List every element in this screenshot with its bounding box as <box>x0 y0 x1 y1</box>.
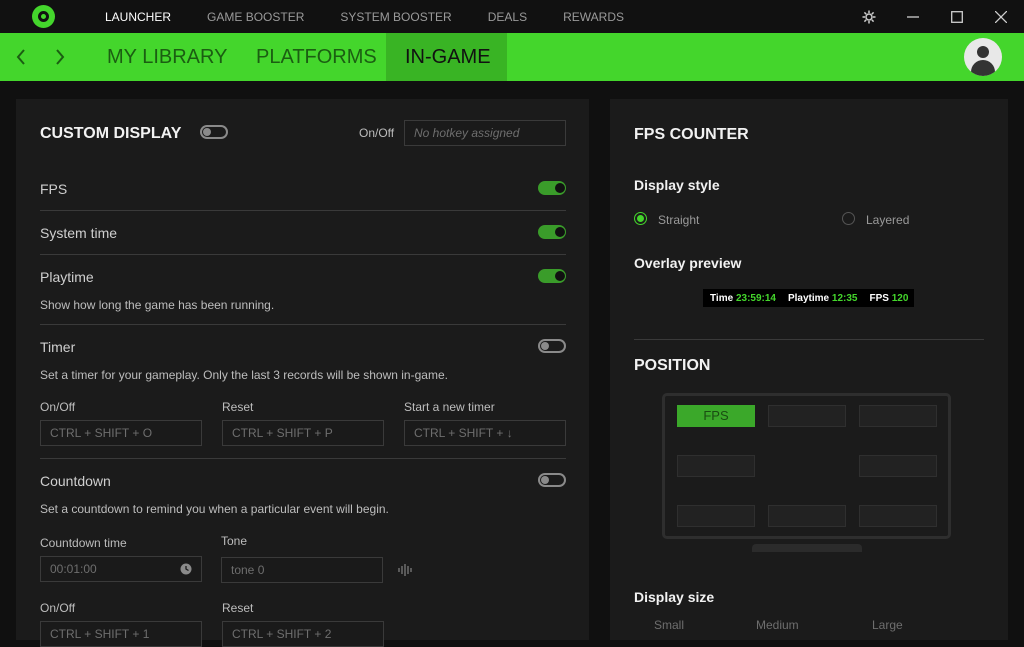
countdown-label: Countdown <box>40 473 111 489</box>
countdown-onoff-label: On/Off <box>40 601 76 615</box>
timer-onoff-label: On/Off <box>40 400 76 414</box>
user-avatar[interactable] <box>964 38 1002 76</box>
tone-label: Tone <box>221 534 248 548</box>
position-title: POSITION <box>634 357 711 374</box>
position-bottom-center[interactable] <box>768 505 846 527</box>
timer-toggle[interactable] <box>538 339 566 353</box>
close-icon[interactable] <box>981 0 1021 33</box>
custom-display-hotkey-input[interactable]: No hotkey assigned <box>404 120 566 146</box>
position-middle-left[interactable] <box>677 455 755 477</box>
tab-platforms[interactable]: PLATFORMS <box>237 33 396 81</box>
nav-game-booster[interactable]: GAME BOOSTER <box>207 10 304 24</box>
countdown-onoff-hotkey-input[interactable]: CTRL + SHIFT + 1 <box>40 621 202 647</box>
nav-launcher[interactable]: LAUNCHER <box>105 10 171 24</box>
top-nav: LAUNCHER GAME BOOSTER SYSTEM BOOSTER DEA… <box>105 0 660 33</box>
nav-deals[interactable]: DEALS <box>488 10 527 24</box>
size-medium-label[interactable]: Medium <box>756 618 799 632</box>
timer-new-hotkey-input[interactable]: CTRL + SHIFT + ↓ <box>404 420 566 446</box>
custom-display-onoff-label: On/Off <box>359 126 395 140</box>
monitor-stand <box>752 544 862 552</box>
settings-gear-icon[interactable] <box>849 0 889 33</box>
system-time-label: System time <box>40 225 118 241</box>
size-large-label[interactable]: Large <box>872 618 903 632</box>
divider <box>40 210 566 211</box>
custom-display-toggle[interactable] <box>200 125 228 139</box>
maximize-icon[interactable] <box>937 0 977 33</box>
clock-icon <box>180 563 192 575</box>
title-bar: LAUNCHER GAME BOOSTER SYSTEM BOOSTER DEA… <box>0 0 1024 33</box>
preview-time-label: Time <box>710 292 734 304</box>
divider <box>40 254 566 255</box>
preview-playtime-label: Playtime <box>787 292 830 304</box>
preview-playtime-value: 12:35 <box>831 292 858 304</box>
tab-in-game[interactable]: IN-GAME <box>386 33 507 81</box>
preview-fps-label: FPS <box>869 292 889 304</box>
fps-label: FPS <box>40 181 68 197</box>
display-size-label: Display size <box>634 589 715 605</box>
countdown-time-value: 00:01:00 <box>50 562 97 576</box>
divider <box>40 324 566 325</box>
system-time-toggle[interactable] <box>538 225 566 239</box>
playtime-label: Playtime <box>40 269 94 285</box>
divider <box>40 458 566 459</box>
sound-wave-icon[interactable] <box>398 563 412 581</box>
overlay-preview: Time 23:59:14 Playtime 12:35 FPS 120 <box>703 289 914 307</box>
preview-time-value: 23:59:14 <box>735 292 776 304</box>
countdown-toggle[interactable] <box>538 473 566 487</box>
tab-bar: MY LIBRARY PLATFORMS IN-GAME <box>0 33 1024 81</box>
custom-display-panel: CUSTOM DISPLAY On/Off No hotkey assigned… <box>16 99 589 647</box>
custom-display-title: CUSTOM DISPLAY <box>40 125 182 142</box>
position-bottom-right[interactable] <box>859 505 937 527</box>
minimize-icon[interactable] <box>893 0 933 33</box>
app-logo-icon[interactable] <box>32 5 55 28</box>
display-style-label: Display style <box>634 177 720 193</box>
playtime-toggle[interactable] <box>538 269 566 283</box>
countdown-reset-label: Reset <box>222 601 254 615</box>
preview-fps-value: 120 <box>891 292 909 304</box>
forward-arrow-icon[interactable] <box>48 33 72 81</box>
position-bottom-left[interactable] <box>677 505 755 527</box>
divider <box>634 339 984 340</box>
countdown-time-label: Countdown time <box>40 536 127 550</box>
timer-reset-hotkey-input[interactable]: CTRL + SHIFT + P <box>222 420 384 446</box>
tone-select[interactable]: tone 0 <box>221 557 383 583</box>
fps-counter-title: FPS COUNTER <box>634 126 749 143</box>
overlay-preview-label: Overlay preview <box>634 255 742 271</box>
position-top-left[interactable]: FPS <box>677 405 755 427</box>
timer-reset-label: Reset <box>222 400 254 414</box>
size-small-label[interactable]: Small <box>654 618 684 632</box>
style-straight-radio[interactable] <box>634 212 647 225</box>
countdown-reset-hotkey-input[interactable]: CTRL + SHIFT + 2 <box>222 621 384 647</box>
position-middle-right[interactable] <box>859 455 937 477</box>
style-layered-radio[interactable] <box>842 212 855 225</box>
playtime-description: Show how long the game has been running. <box>40 298 275 312</box>
back-arrow-icon[interactable] <box>9 33 33 81</box>
fps-toggle[interactable] <box>538 181 566 195</box>
timer-new-label: Start a new timer <box>404 400 495 414</box>
tab-my-library[interactable]: MY LIBRARY <box>88 33 246 81</box>
timer-description: Set a timer for your gameplay. Only the … <box>40 368 448 382</box>
style-straight-label: Straight <box>658 213 700 227</box>
countdown-description: Set a countdown to remind you when a par… <box>40 502 389 516</box>
timer-onoff-hotkey-input[interactable]: CTRL + SHIFT + O <box>40 420 202 446</box>
countdown-time-input[interactable]: 00:01:00 <box>40 556 202 582</box>
position-top-right[interactable] <box>859 405 937 427</box>
style-layered-label: Layered <box>866 213 910 227</box>
nav-system-booster[interactable]: SYSTEM BOOSTER <box>340 10 451 24</box>
timer-label: Timer <box>40 339 76 355</box>
nav-rewards[interactable]: REWARDS <box>563 10 624 24</box>
position-top-center[interactable] <box>768 405 846 427</box>
